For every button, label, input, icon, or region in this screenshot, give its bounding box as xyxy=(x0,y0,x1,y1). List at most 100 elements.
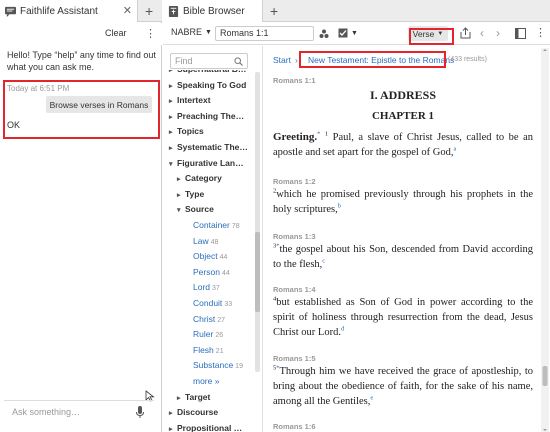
add-tab-icon[interactable]: + xyxy=(145,3,153,19)
chapter-heading: CHAPTER 1 xyxy=(371,110,435,122)
back-icon[interactable]: ‹ xyxy=(480,26,484,40)
close-icon[interactable]: ✕ xyxy=(123,4,132,17)
collapse-arrow-icon[interactable]: ▸ xyxy=(169,144,177,152)
assistant-toolbar: Clear ⋮ xyxy=(0,23,162,45)
tab-faithlife-assistant[interactable]: Faithlife Assistant ✕ xyxy=(0,0,138,22)
content-scrollbar[interactable] xyxy=(541,48,549,432)
tree-item[interactable]: Conduit 33 xyxy=(193,298,232,308)
collapse-arrow-icon[interactable]: ▸ xyxy=(169,128,177,136)
more-options-icon[interactable]: ⋮ xyxy=(145,29,156,40)
verse-5: 5*Through him we have received the grace… xyxy=(273,364,533,409)
tab-bible-browser[interactable]: Bible Browser xyxy=(163,0,263,22)
tree-item[interactable]: ▸ Type xyxy=(177,189,204,199)
find-input[interactable]: Find xyxy=(170,53,248,69)
tree-item-label: Supernatural B… xyxy=(177,70,246,74)
bible-toolbar: NABRE ▼ Romans 1:1 ▼ Verse ▼ ‹ › ⋮ xyxy=(163,23,550,45)
tree-item-label: Person xyxy=(193,266,220,277)
collapse-arrow-icon[interactable]: ▸ xyxy=(177,175,185,183)
tree-item[interactable]: ▸ Category xyxy=(177,173,222,183)
tree-item[interactable]: ▸ Intertext xyxy=(169,95,211,105)
verse-text: which he promised previously through his… xyxy=(273,189,533,215)
assistant-intro-message: Hello! Type “help” any time to find out … xyxy=(7,50,156,72)
collapse-arrow-icon[interactable]: ▸ xyxy=(177,191,185,199)
tree-item[interactable]: Christ 27 xyxy=(193,314,225,324)
note-marker[interactable]: * xyxy=(317,131,320,138)
version-dropdown[interactable]: NABRE ▼ xyxy=(171,27,212,37)
collapse-arrow-icon[interactable]: ▸ xyxy=(177,394,185,402)
tree-item[interactable]: Person 44 xyxy=(193,267,230,277)
verse-3: 3*the gospel about his Son, descended fr… xyxy=(273,242,533,272)
tab-label: Bible Browser xyxy=(183,5,245,17)
tree-item-label: Ruler xyxy=(193,329,214,340)
footnote-marker[interactable]: a xyxy=(454,146,457,153)
tree-item[interactable]: Object 44 xyxy=(193,251,227,261)
sidebar-divider xyxy=(262,46,263,432)
tree-item[interactable]: Ruler 26 xyxy=(193,329,223,339)
collapse-arrow-icon[interactable]: ▸ xyxy=(169,70,177,74)
share-icon[interactable] xyxy=(460,27,471,39)
tree-item[interactable]: Container 78 xyxy=(193,220,240,230)
tree-item-label: Lord xyxy=(193,282,211,293)
tree-item[interactable]: Lord 37 xyxy=(193,282,220,292)
expand-arrow-icon[interactable]: ▾ xyxy=(177,206,185,214)
tree-item[interactable]: ▾ Figurative Lan… xyxy=(169,158,244,168)
assistant-reply: OK xyxy=(7,120,21,130)
tree-item-label: Category xyxy=(185,173,222,184)
tree-item-label: Source xyxy=(185,204,214,215)
clear-button[interactable]: Clear xyxy=(105,28,127,38)
tree-item[interactable]: more » xyxy=(193,376,219,386)
visual-filter-icon[interactable] xyxy=(319,29,329,39)
tree-item[interactable]: ▸ Preaching The… xyxy=(169,111,244,121)
tree-item[interactable]: ▸ Systematic The… xyxy=(169,142,248,152)
tree-item[interactable]: ▸ Speaking To God xyxy=(169,80,246,90)
tree-item[interactable]: ▸ Discourse xyxy=(169,407,218,417)
footnote-marker[interactable]: c xyxy=(322,258,325,265)
tree-item-label: Substance xyxy=(193,360,234,371)
reference-input[interactable]: Romans 1:1 xyxy=(215,26,314,41)
tree-item[interactable]: ▸ Topics xyxy=(169,126,204,136)
add-tab-icon[interactable]: + xyxy=(270,3,278,19)
footnote-marker[interactable]: d xyxy=(341,326,344,333)
sidebar-scrollbar-thumb[interactable] xyxy=(255,232,260,312)
tree-item[interactable]: Law 48 xyxy=(193,236,218,246)
tree-item-count: 48 xyxy=(210,238,219,246)
collapse-arrow-icon[interactable]: ▸ xyxy=(169,409,177,417)
tree-item-count: 44 xyxy=(221,269,230,277)
panel-layout-icon[interactable] xyxy=(515,28,526,39)
tree-item[interactable]: Flesh 21 xyxy=(193,345,224,355)
collapse-arrow-icon[interactable]: ▸ xyxy=(169,82,177,90)
result-count: (433 results) xyxy=(448,56,487,63)
assistant-panel: Faithlife Assistant ✕ + Clear ⋮ Hello! T… xyxy=(0,0,162,432)
footnote-marker[interactable]: b xyxy=(338,203,341,210)
tree-item-count: 33 xyxy=(224,301,233,308)
verse-reference: Romans 1:5 xyxy=(273,354,316,363)
tree-item-label: Target xyxy=(185,391,211,402)
collapse-arrow-icon[interactable]: ▸ xyxy=(169,425,177,432)
tree-item[interactable]: ▸ Target xyxy=(177,392,210,402)
version-label: NABRE xyxy=(171,27,203,37)
tree-item-count: 21 xyxy=(215,347,224,355)
microphone-icon[interactable] xyxy=(136,406,144,418)
more-options-icon[interactable]: ⋮ xyxy=(535,28,546,39)
tree-item[interactable]: Substance 19 xyxy=(193,360,243,370)
forward-icon[interactable]: › xyxy=(496,26,500,40)
sidebar-scrollbar[interactable] xyxy=(255,72,260,372)
tree-item-count: 37 xyxy=(212,285,220,293)
footnote-marker[interactable]: e xyxy=(370,395,373,402)
verse-text: but established as Son of God in power a… xyxy=(273,297,533,338)
tree-item[interactable]: ▸Supernatural B… xyxy=(169,70,246,74)
tree-item[interactable]: ▸ Propositional … xyxy=(169,423,242,432)
collapse-arrow-icon[interactable]: ▸ xyxy=(169,97,177,105)
breadcrumb-start[interactable]: Start xyxy=(273,55,291,65)
tree-item-label: Systematic The… xyxy=(177,142,248,152)
expand-arrow-icon[interactable]: ▾ xyxy=(169,160,177,168)
text-display-dropdown[interactable]: ▼ xyxy=(338,28,358,38)
tree-item-label: Object xyxy=(193,251,218,262)
tree-item-count: 19 xyxy=(235,363,243,371)
collapse-arrow-icon[interactable]: ▸ xyxy=(169,113,177,121)
tree-item[interactable]: ▾ Source xyxy=(177,204,214,214)
verse-reference: Romans 1:2 xyxy=(273,177,316,186)
tree-item-label: Type xyxy=(185,188,205,199)
tree-item-label: Discourse xyxy=(177,407,219,418)
ask-input[interactable]: Ask something… xyxy=(12,407,80,417)
